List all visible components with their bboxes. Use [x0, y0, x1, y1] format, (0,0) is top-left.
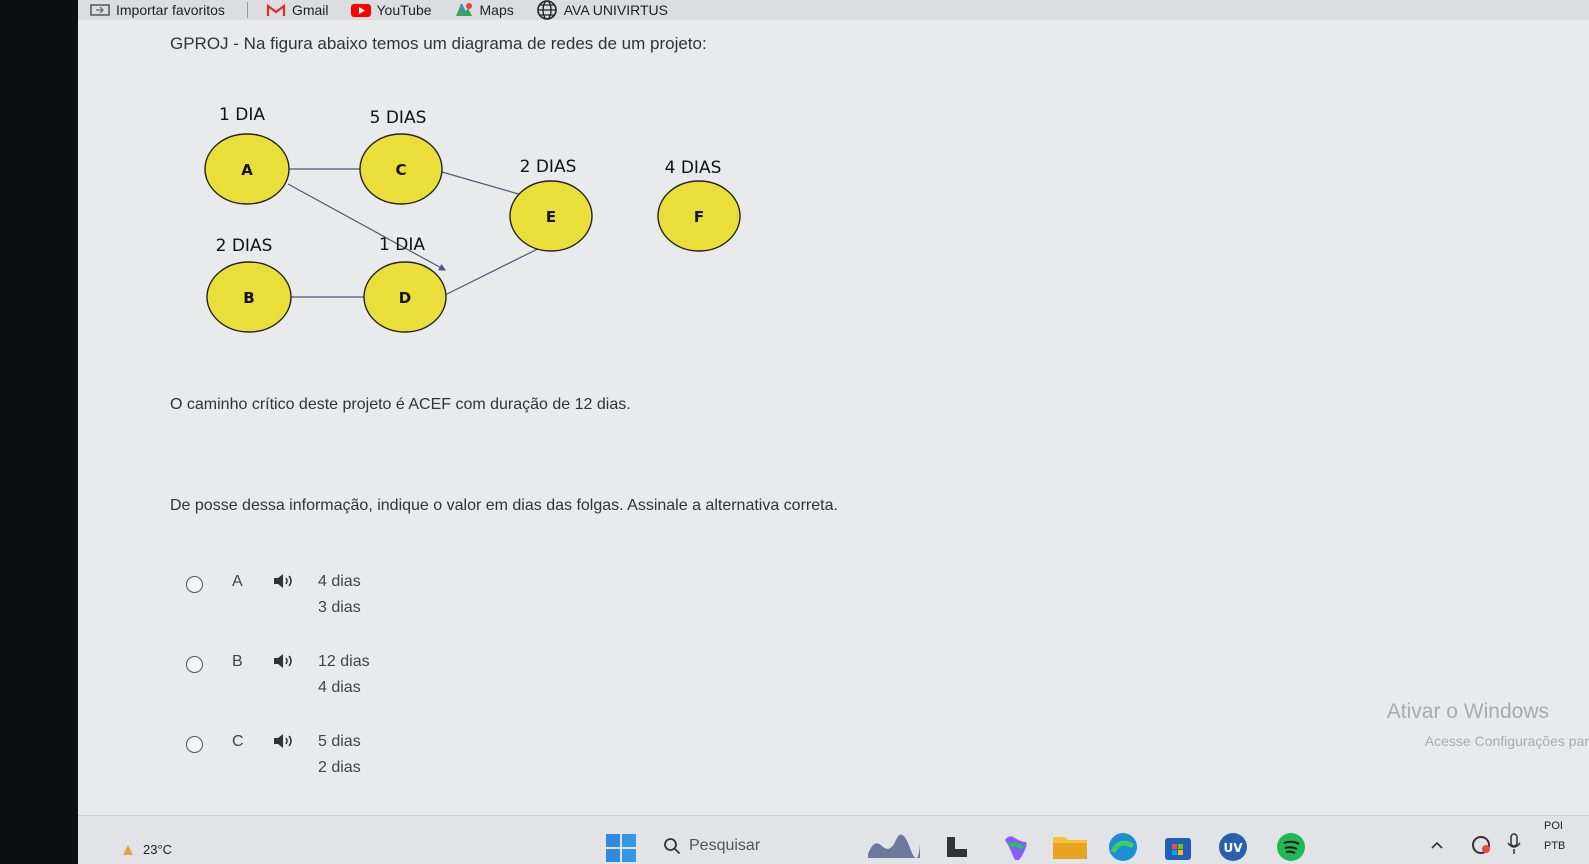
ava-app-icon[interactable]: UV: [1218, 832, 1248, 862]
option-c-text-1: 5 dias: [318, 733, 361, 750]
spotify-icon[interactable]: [1276, 832, 1306, 862]
node-f-label: F: [694, 208, 704, 226]
windows-activation-title: Ativar o Windows: [1386, 700, 1549, 723]
option-a-text-1: 4 dias: [318, 573, 361, 590]
node-e-label: E: [546, 208, 556, 226]
node-e-duration: 2 DIAS: [520, 157, 577, 177]
browser-screen: Importar favoritos Gmail YouTube Maps AV…: [78, 0, 1589, 864]
node-b: 2 DIAS B: [206, 236, 292, 333]
node-a-label: A: [241, 161, 253, 179]
option-letter: B: [232, 653, 243, 670]
speaker-icon[interactable]: [272, 572, 294, 590]
option-c[interactable]: C 5 dias 2 dias: [180, 730, 440, 790]
task-view-icon[interactable]: [946, 836, 968, 858]
weather-icon[interactable]: [122, 844, 134, 856]
search-icon: [664, 838, 681, 855]
windows-activation-subtitle: Acesse Configurações par: [1424, 733, 1589, 749]
cloud-sync-icon[interactable]: [1470, 834, 1492, 856]
tray-language-top[interactable]: POI: [1544, 820, 1563, 832]
node-a-duration: 1 DIA: [219, 105, 265, 125]
option-c-radio[interactable]: [186, 736, 203, 753]
temperature-label[interactable]: 23°C: [143, 842, 172, 857]
node-d-duration: 1 DIA: [379, 235, 425, 255]
copilot-icon[interactable]: [1001, 832, 1029, 860]
question-content: GPROJ - Na figura abaixo temos um diagra…: [170, 0, 1589, 816]
widgets-icon[interactable]: [866, 834, 922, 860]
speaker-icon[interactable]: [272, 732, 294, 750]
file-explorer-icon[interactable]: [1053, 833, 1087, 859]
node-f: 4 DIAS F: [657, 158, 741, 252]
import-icon: [90, 4, 110, 16]
option-letter: C: [232, 733, 244, 750]
speaker-icon[interactable]: [272, 652, 294, 670]
node-d: 1 DIA D: [363, 235, 447, 333]
node-d-label: D: [399, 289, 411, 307]
option-b-text-2: 4 dias: [318, 679, 361, 696]
question-title: GPROJ - Na figura abaixo temos um diagra…: [170, 34, 707, 53]
option-b-text-1: 12 dias: [318, 653, 370, 670]
search-placeholder: Pesquisar: [689, 837, 761, 854]
network-diagram: 1 DIA A 5 DIAS C 2 DIAS B 1 DIA D 2 DIAS: [204, 105, 741, 333]
node-f-duration: 4 DIAS: [665, 158, 722, 178]
option-a-text-2: 3 dias: [318, 599, 361, 616]
node-c-duration: 5 DIAS: [370, 108, 427, 128]
option-a-radio[interactable]: [186, 576, 203, 593]
option-b-radio[interactable]: [186, 656, 203, 673]
svg-text:UV: UV: [1223, 841, 1243, 855]
node-c-label: C: [395, 161, 406, 179]
node-b-label: B: [243, 289, 254, 307]
taskbar: 23°C Pesquisar UV POI PTB: [78, 815, 1589, 864]
chevron-up-icon[interactable]: [1430, 840, 1444, 850]
option-letter: A: [232, 573, 243, 590]
question-instruction: De posse dessa informação, indique o val…: [170, 497, 838, 514]
windows-start-icon[interactable]: [606, 834, 636, 862]
edge-browser-icon[interactable]: [1108, 832, 1138, 862]
option-c-text-2: 2 dias: [318, 759, 361, 776]
store-icon[interactable]: [1163, 832, 1193, 862]
node-e: 2 DIAS E: [509, 157, 593, 252]
option-a[interactable]: A 4 dias 3 dias: [180, 570, 440, 630]
option-b[interactable]: B 12 dias 4 dias: [180, 650, 440, 710]
taskbar-search[interactable]: Pesquisar: [663, 832, 843, 860]
tray-language-bottom[interactable]: PTB: [1544, 840, 1565, 852]
node-b-duration: 2 DIAS: [216, 236, 273, 256]
node-c: 5 DIAS C: [359, 108, 443, 205]
question-statement: O caminho crítico deste projeto é ACEF c…: [170, 396, 631, 413]
microphone-icon[interactable]: [1506, 832, 1522, 856]
node-a: 1 DIA A: [204, 105, 290, 205]
